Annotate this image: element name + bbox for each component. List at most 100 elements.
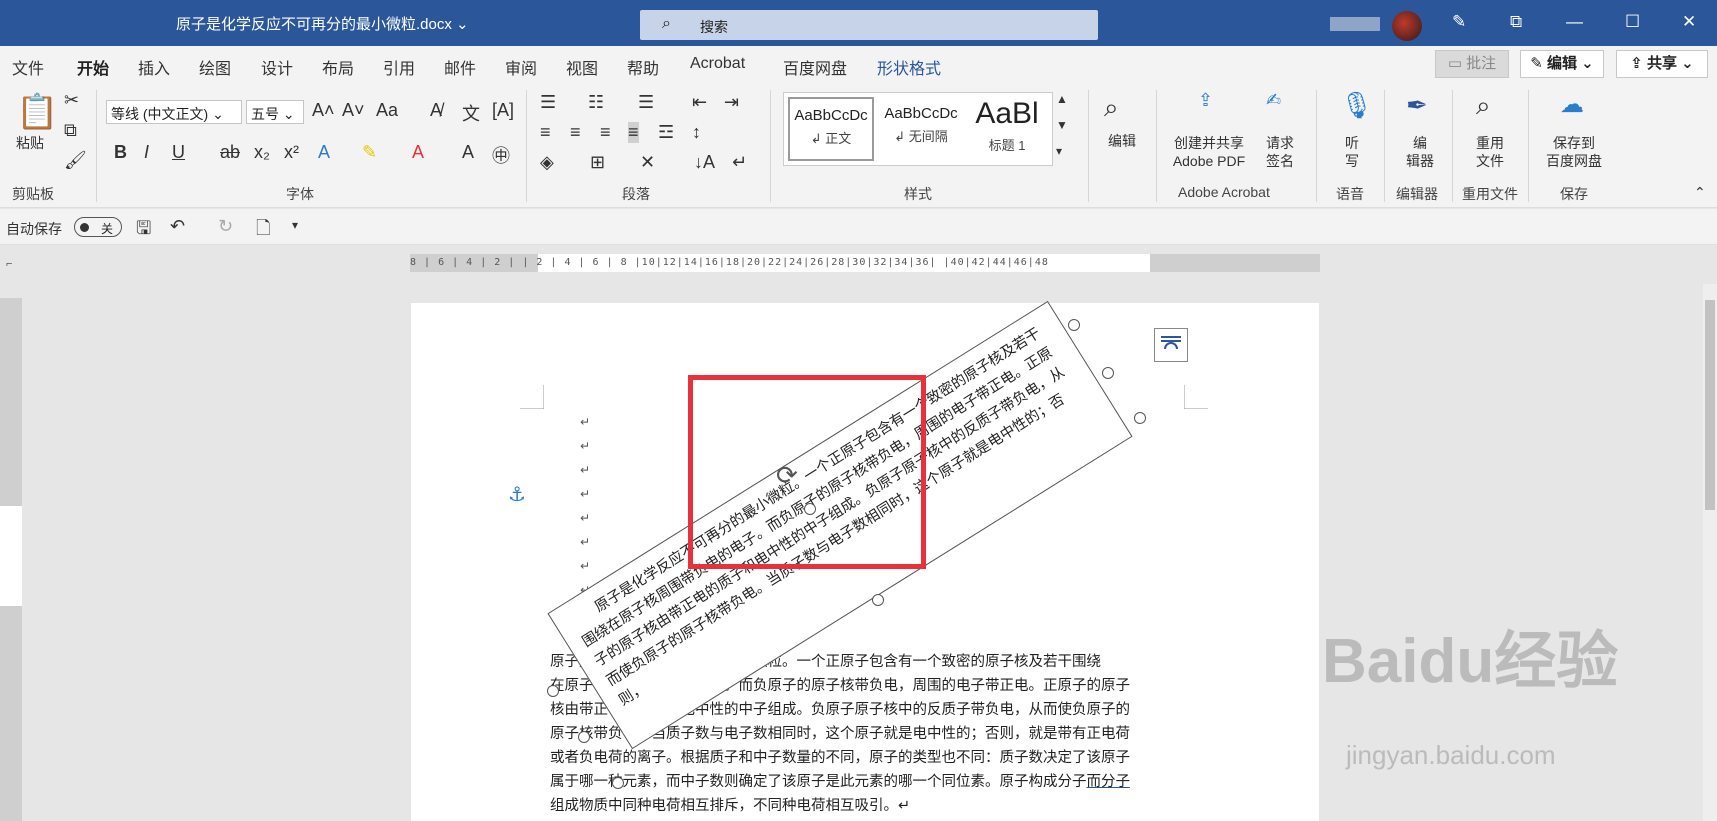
avatar[interactable] (1392, 11, 1422, 41)
font-name-combo[interactable]: 等线 (中文正文) ⌄ (106, 100, 242, 124)
shading-icon[interactable]: ◈ (540, 152, 554, 173)
create-pdf-button[interactable]: 创建并共享 Adobe PDF (1168, 134, 1250, 170)
vertical-ruler[interactable] (0, 298, 22, 821)
comments-button[interactable]: ▭ 批注 (1435, 50, 1509, 78)
tab-insert[interactable]: 插入 (138, 55, 170, 79)
tab-file[interactable]: 文件 (12, 55, 44, 79)
redo-icon[interactable]: ↻ (218, 216, 233, 237)
tab-baidu-netdisk[interactable]: 百度网盘 (783, 55, 847, 79)
style-normal[interactable]: AaBbCcDc ↲ 正文 (788, 97, 874, 161)
reuse-files-icon[interactable]: ⌕ (1476, 90, 1491, 122)
anchor-icon[interactable]: ⚓ (508, 482, 526, 507)
editor-icon[interactable]: ✒ (1406, 90, 1428, 121)
enclose-characters-icon[interactable]: ㊥ (492, 142, 510, 168)
create-pdf-icon[interactable]: ⇪ (1198, 90, 1213, 111)
paste-button[interactable]: 粘贴 (16, 134, 44, 152)
bold-icon[interactable]: B (114, 142, 127, 163)
share-button[interactable]: ⇪ 共享 ⌄ (1616, 50, 1708, 78)
resize-handle[interactable] (872, 594, 884, 606)
request-sign-button[interactable]: 请求 签名 (1258, 134, 1302, 170)
dictate-icon[interactable]: 🎙 (1340, 90, 1373, 121)
customize-qat-icon[interactable]: ▾ (292, 218, 298, 232)
horizontal-ruler[interactable]: 8 | 6 | 4 | 2 | | 2 | 4 | 6 | 8 |10|12|1… (410, 254, 1320, 272)
superscript-icon[interactable]: x² (284, 142, 299, 163)
editor-button[interactable]: 编辑器 (1398, 134, 1442, 170)
bullets-icon[interactable]: ☰ (540, 92, 556, 113)
tab-shape-format[interactable]: 形状格式 (877, 55, 941, 79)
scrollbar-thumb[interactable] (1705, 300, 1715, 510)
font-size-combo[interactable]: 五号 ⌄ (246, 100, 304, 124)
phonetic-guide-icon[interactable]: 文 (462, 100, 480, 126)
save-to-baidu-button[interactable]: 保存到 百度网盘 (1540, 134, 1608, 170)
gallery-down-icon[interactable]: ▼ (1056, 118, 1068, 132)
subscript-icon[interactable]: x₂ (254, 142, 270, 163)
show-marks-icon[interactable]: ↵ (732, 152, 747, 173)
character-border-icon[interactable]: [A] (492, 100, 514, 121)
paste-icon[interactable]: 📋 (16, 92, 58, 132)
underline-icon[interactable]: U (172, 142, 185, 163)
tab-view[interactable]: 视图 (566, 55, 598, 79)
search-box[interactable]: ⌕ 搜索 (640, 10, 1098, 40)
collapse-ribbon-icon[interactable]: ⌃ (1694, 184, 1706, 201)
restore-button[interactable]: ☐ (1625, 12, 1640, 32)
character-shading-icon[interactable]: A (462, 142, 474, 163)
borders-icon[interactable]: ⊞ (590, 152, 605, 173)
minimize-button[interactable]: — (1566, 12, 1583, 32)
tab-review[interactable]: 审阅 (505, 55, 537, 79)
pen-icon[interactable]: ✎ (1452, 12, 1466, 32)
tab-draw[interactable]: 绘图 (199, 55, 231, 79)
multilevel-list-icon[interactable]: ☰ (638, 92, 654, 113)
format-painter-icon[interactable]: 🖌 (64, 150, 87, 171)
style-no-spacing[interactable]: AaBbCcDc ↲ 无间隔 (878, 97, 964, 161)
baidu-cloud-icon[interactable]: ☁ (1560, 90, 1584, 119)
close-button[interactable]: ✕ (1682, 12, 1696, 32)
asian-layout-icon[interactable]: ✕ (640, 152, 655, 173)
font-color-icon[interactable]: A (412, 142, 424, 163)
find-icon[interactable]: ⌕ (1104, 92, 1119, 124)
distributed-icon[interactable]: ☲ (658, 122, 674, 143)
gallery-more-icon[interactable]: ▾ (1056, 144, 1062, 158)
numbering-icon[interactable]: ☷ (588, 92, 604, 113)
gallery-up-icon[interactable]: ▲ (1056, 92, 1068, 106)
shrink-font-icon[interactable]: A˅ (342, 100, 365, 121)
cut-icon[interactable]: ✂ (64, 90, 79, 111)
align-left-icon[interactable]: ≡ (540, 122, 551, 143)
justify-icon[interactable]: ≡ (628, 122, 639, 143)
new-document-icon[interactable]: 🗋 (256, 216, 270, 246)
align-center-icon[interactable]: ≡ (570, 122, 581, 143)
sort-icon[interactable]: ↓A (694, 152, 715, 173)
copy-icon[interactable]: ⧉ (64, 120, 77, 141)
ribbon-display-icon[interactable]: ⧉ (1510, 12, 1522, 32)
resize-handle[interactable] (578, 731, 590, 743)
tab-references[interactable]: 引用 (383, 55, 415, 79)
tab-home[interactable]: 开始 (77, 55, 110, 87)
clear-formatting-icon[interactable]: A̸ (430, 100, 442, 121)
resize-handle[interactable] (612, 777, 624, 789)
italic-icon[interactable]: I (144, 142, 149, 163)
tab-selector-icon[interactable]: ⌐ (6, 258, 12, 270)
style-heading-1[interactable]: AaBl 标题 1 (964, 97, 1050, 161)
text-effects-icon[interactable]: A (318, 142, 330, 163)
resize-handle[interactable] (1068, 319, 1080, 331)
dictate-button[interactable]: 听写 (1340, 134, 1364, 170)
grow-font-icon[interactable]: A˄ (312, 100, 335, 121)
autosave-toggle[interactable]: 关 (74, 217, 122, 237)
body-link[interactable]: 而分子 (1087, 774, 1131, 790)
resize-handle[interactable] (547, 685, 559, 697)
tab-layout[interactable]: 布局 (322, 55, 354, 79)
tab-design[interactable]: 设计 (261, 55, 293, 79)
align-right-icon[interactable]: ≡ (600, 122, 611, 143)
increase-indent-icon[interactable]: ⇥ (724, 92, 739, 113)
change-case-icon[interactable]: Aa (376, 100, 398, 121)
highlight-icon[interactable]: ✎ (362, 142, 377, 163)
resize-handle[interactable] (1134, 412, 1146, 424)
strikethrough-icon[interactable]: ab (220, 142, 240, 163)
tab-acrobat[interactable]: Acrobat (690, 55, 745, 73)
request-sign-icon[interactable]: ✍ (1266, 90, 1281, 111)
editing-mode-button[interactable]: ✎ 编辑 ⌄ (1520, 50, 1604, 78)
editing-button[interactable]: 编辑 (1108, 132, 1136, 150)
undo-icon[interactable]: ↶ (170, 216, 185, 237)
tab-help[interactable]: 帮助 (627, 55, 659, 79)
save-icon[interactable]: 🖫 (136, 216, 151, 246)
layout-options-icon[interactable] (1154, 328, 1188, 362)
